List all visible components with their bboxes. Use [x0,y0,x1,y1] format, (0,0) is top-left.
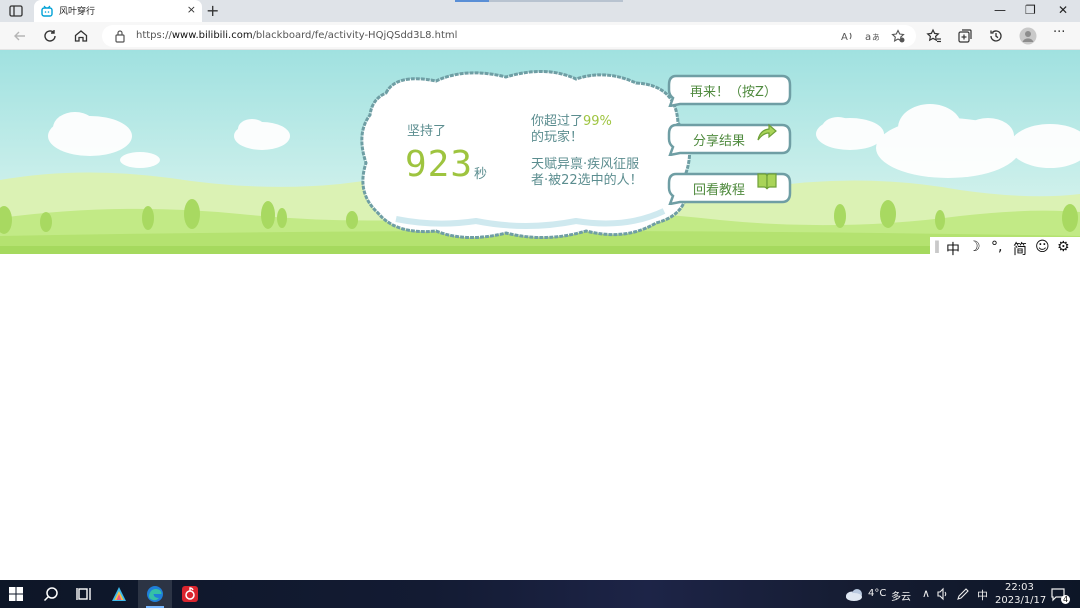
back-icon[interactable] [12,28,28,44]
ime-drag-handle[interactable]: ‖ [934,239,940,253]
book-icon [757,173,777,190]
url-text: https://www.bilibili.com/blackboard/fe/a… [136,30,457,41]
beat-prefix: 你超过了 [531,114,584,129]
sidebar-toggle-icon[interactable] [8,3,24,19]
new-tab-button[interactable]: + [206,1,219,20]
survival-seconds-value: 923 [405,144,474,185]
clock-date[interactable]: 2023/1/17 [995,595,1046,606]
svg-text:a: a [865,32,871,43]
beat-percent-value: 99% [583,114,612,129]
app-icon[interactable] [110,585,128,603]
tutorial-label: 回看教程 [693,183,746,198]
bilibili-favicon-icon [41,5,53,17]
refresh-icon[interactable] [42,28,58,44]
share-label: 分享结果 [693,134,746,149]
netease-music-icon[interactable] [181,585,199,603]
url-scheme: https:// [136,30,172,41]
start-icon[interactable] [8,586,24,602]
ime-toolbar: ‖ 中 ☽ °, 简 ☺ ⚙ [930,237,1080,259]
beat-percent-text: 你超过了99% 的玩家！ [531,114,612,146]
weather-desc: 多云 [891,592,911,603]
tray-chevron-icon[interactable]: ∧ [922,587,930,600]
game-viewport: 坚持了 923 秒 你超过了99% 的玩家！ 天赋异禀·疾风征服 者·被22选中… [0,50,1080,254]
lock-icon[interactable] [114,29,126,43]
url-field[interactable]: https://www.bilibili.com/blackboard/fe/a… [102,25,916,47]
volume-icon[interactable] [936,587,950,601]
retry-label: 再来！（按Z） [690,85,777,100]
persist-label: 坚持了 [407,124,447,139]
beat-suffix: 的玩家！ [531,130,584,145]
home-icon[interactable] [73,28,89,44]
tutorial-button[interactable]: 回看教程 [666,171,792,205]
ime-settings-icon[interactable]: ⚙ [1057,239,1070,255]
windows-taskbar: 4°C 多云 ∧ 中 22:03 2023/1/17 4 [0,580,1080,608]
talent-line-1: 天赋异禀·疾风征服 [531,157,640,172]
read-aloud-icon[interactable]: A [840,29,854,43]
add-favorite-icon[interactable] [891,29,905,43]
history-icon[interactable] [988,28,1004,44]
more-icon[interactable]: ··· [1053,25,1065,40]
url-path: /blackboard/fe/activity-HQjQSdd3L8.html [252,30,458,41]
tab-strip-accent [455,0,489,2]
svg-text:あ: あ [872,33,879,42]
pen-icon[interactable] [956,587,970,601]
share-arrow-icon [757,123,777,141]
url-host: www.bilibili.com [171,30,253,41]
weather-temp: 4°C [868,588,887,599]
share-result-button[interactable]: 分享结果 [666,122,792,156]
restore-button[interactable]: ❐ [1025,3,1036,17]
ime-emoji-icon[interactable]: ☺ [1035,239,1050,255]
seconds-unit: 秒 [474,167,488,182]
translate-icon[interactable]: a あ [865,29,879,43]
retry-button[interactable]: 再来！（按Z） [666,73,792,107]
search-icon[interactable] [42,585,60,603]
tab-close-button[interactable]: × [187,3,196,16]
ime-indicator[interactable]: 中 [977,587,988,603]
ime-punctuation-toggle[interactable]: °, [991,239,1002,255]
minimize-button[interactable]: — [994,3,1006,17]
browser-tab-active[interactable]: 风叶穿行 × [34,0,202,22]
browser-tab-bar: 风叶穿行 × + — ❐ ✕ [0,0,1080,22]
favorites-icon[interactable] [926,28,942,44]
weather-cloudy-icon[interactable] [844,586,864,602]
svg-text:A: A [841,32,848,43]
tab-strip-accent-secondary [489,0,623,2]
ime-night-mode-icon[interactable]: ☽ [968,239,981,255]
browser-address-bar-row: https://www.bilibili.com/blackboard/fe/a… [0,22,1080,50]
collections-icon[interactable] [957,28,973,44]
close-window-button[interactable]: ✕ [1058,3,1068,17]
talent-text: 天赋异禀·疾风征服 者·被22选中的人！ [531,157,643,189]
edge-icon[interactable] [146,585,164,603]
ime-simplified-toggle[interactable]: 简 [1013,239,1027,259]
notification-count: 4 [1061,595,1071,604]
clock-time[interactable]: 22:03 [1005,582,1034,593]
task-view-icon[interactable] [76,585,94,603]
tab-title: 风叶穿行 [59,7,96,17]
profile-icon[interactable] [1019,27,1037,45]
ime-language-toggle[interactable]: 中 [946,239,960,259]
talent-line-2: 者·被22选中的人！ [531,173,643,188]
